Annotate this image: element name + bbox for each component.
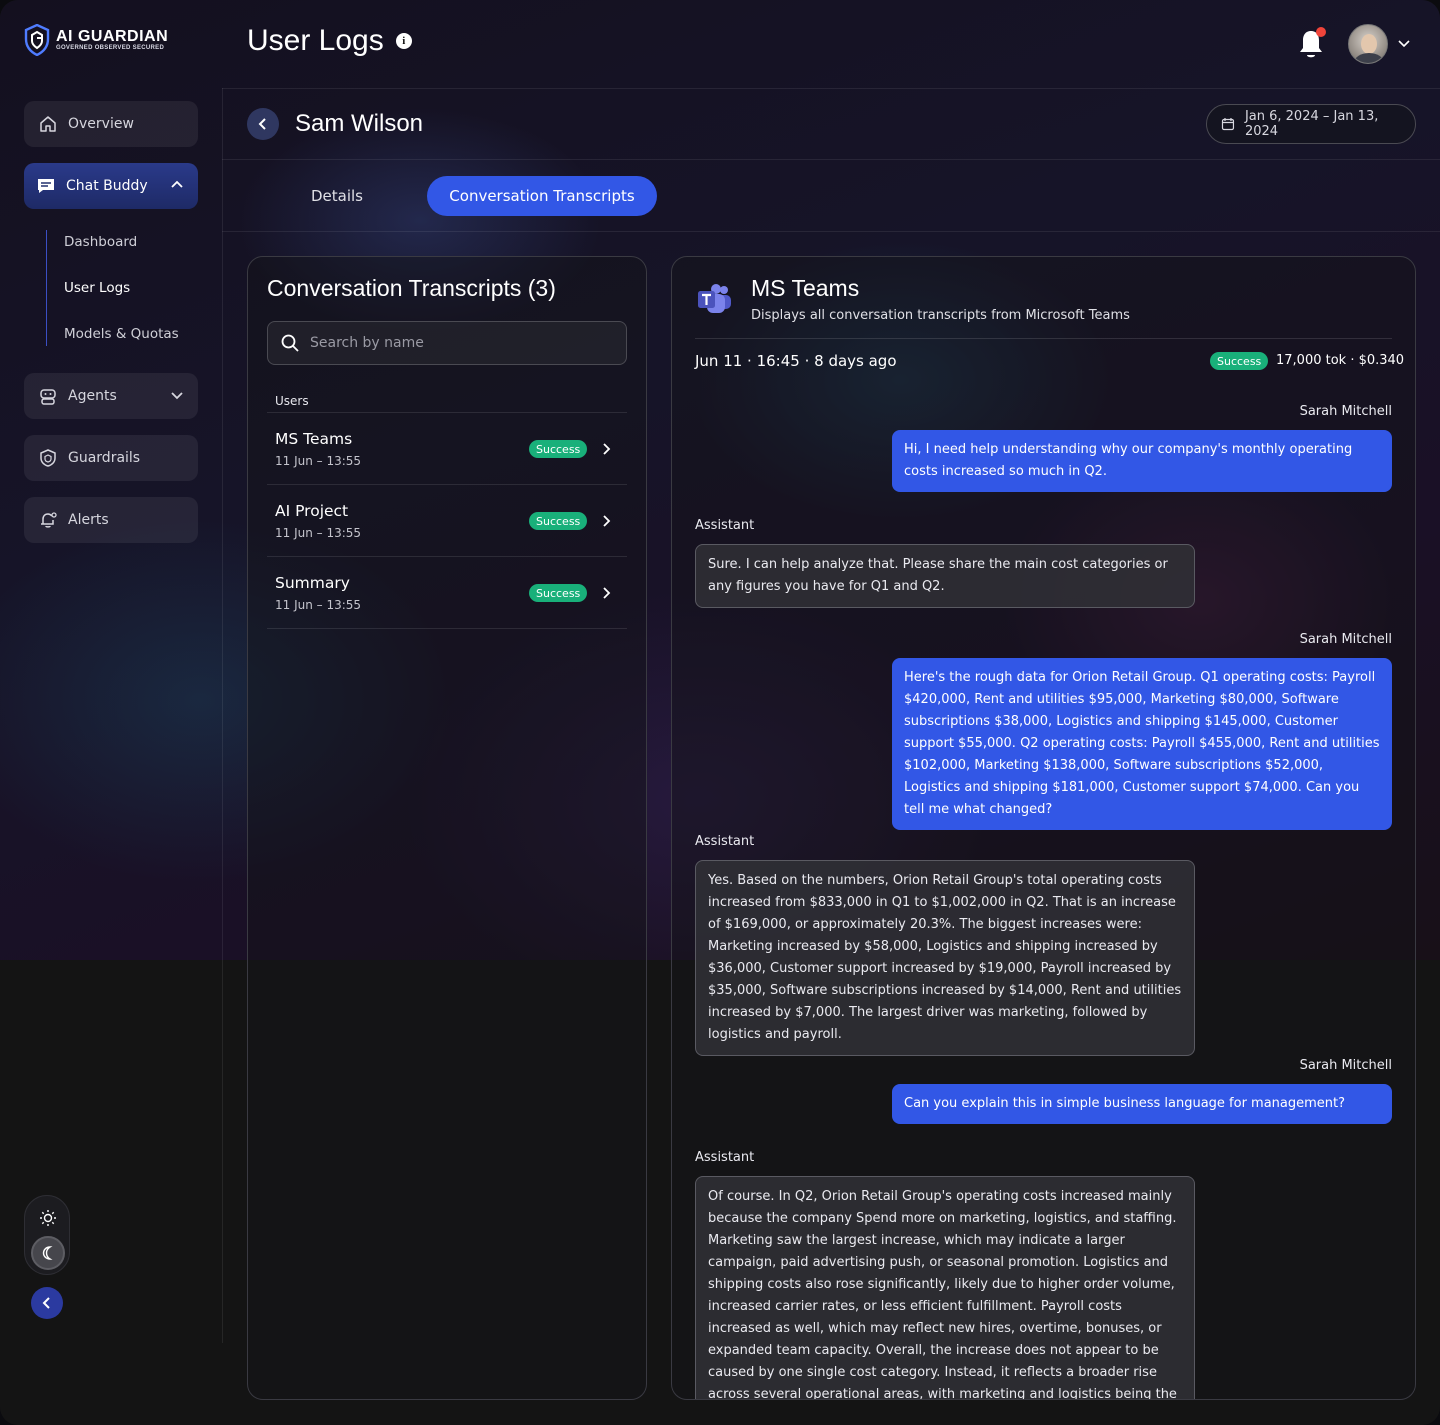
- ms-teams-icon: [698, 284, 731, 313]
- sidebar-divider: [222, 88, 223, 1343]
- moon-icon[interactable]: [31, 1236, 65, 1270]
- calendar-icon: [1221, 118, 1235, 131]
- sidebar-item-label: Overview: [68, 116, 134, 132]
- message-speaker: Sarah Mitchell: [1299, 404, 1392, 419]
- message-clip: Of course. In Q2, Orion Retail Group's o…: [671, 1170, 1416, 1399]
- list-item-time: 11 Jun – 13:55: [275, 454, 362, 468]
- transcript-subtitle: Displays all conversation transcripts fr…: [751, 308, 1130, 323]
- assistant-message: Of course. In Q2, Orion Retail Group's o…: [695, 1176, 1195, 1399]
- submenu-line: [46, 230, 47, 346]
- user-name: Sam Wilson: [295, 110, 424, 137]
- tab-conversation-transcripts[interactable]: Conversation Transcripts: [427, 176, 657, 216]
- brand-tagline: GOVERNED OBSERVED SECURED: [56, 45, 165, 51]
- chevron-down-icon: [171, 392, 183, 400]
- avatar[interactable]: [1348, 24, 1388, 64]
- list-item-summary[interactable]: Summary 11 Jun – 13:55 Success: [267, 557, 627, 629]
- message-speaker: Assistant: [695, 834, 755, 849]
- alert-bell-icon: [41, 512, 57, 528]
- chevron-left-icon: [42, 1297, 50, 1309]
- message-speaker: Sarah Mitchell: [1299, 632, 1392, 647]
- chevron-right-icon: [603, 587, 611, 599]
- search-box[interactable]: [267, 321, 627, 365]
- status-badge: Success: [529, 440, 588, 458]
- notification-dot: [1316, 27, 1326, 37]
- sidebar-subitem-models-quotas[interactable]: Models & Quotas: [64, 326, 179, 342]
- token-cost: 17,000 tok · $0.340: [1276, 353, 1405, 368]
- divider: [695, 338, 1392, 339]
- info-icon[interactable]: i: [395, 33, 412, 49]
- chevron-up-icon: [171, 180, 183, 188]
- collapse-sidebar-button[interactable]: [31, 1287, 63, 1319]
- sidebar-item-label: Alerts: [68, 512, 109, 528]
- search-icon: [281, 334, 299, 352]
- app-window: AI GUARDIAN GOVERNED OBSERVED SECURED Ov…: [0, 0, 1440, 1425]
- robot-icon: [40, 389, 56, 405]
- sidebar-item-label: Chat Buddy: [66, 178, 148, 194]
- date-range-text: Jan 6, 2024 – Jan 13, 2024: [1244, 109, 1379, 139]
- home-icon: [40, 116, 56, 132]
- theme-toggle[interactable]: [24, 1195, 70, 1275]
- date-range-picker[interactable]: Jan 6, 2024 – Jan 13, 2024: [1206, 104, 1416, 144]
- transcript-title: MS Teams: [751, 275, 860, 301]
- tab-details[interactable]: Details: [247, 176, 427, 216]
- sidebar-item-label: Agents: [68, 388, 117, 404]
- chevron-right-icon: [603, 443, 611, 455]
- status-badge: Success: [1210, 352, 1269, 370]
- chat-icon: [38, 179, 54, 193]
- status-badge: Success: [529, 584, 588, 602]
- transcript-timestamp: Jun 11 · 16:45 · 8 days ago: [695, 352, 897, 370]
- list-item-title: MS Teams: [275, 430, 353, 448]
- sidebar-subitem-user-logs[interactable]: User Logs: [64, 280, 130, 296]
- user-message: Hi, I need help understanding why our co…: [892, 430, 1392, 492]
- page-title-text: User Logs: [247, 24, 384, 57]
- brand-logo[interactable]: AI GUARDIAN GOVERNED OBSERVED SECURED: [24, 24, 168, 56]
- list-item-time: 11 Jun – 13:55: [275, 598, 362, 612]
- chevron-down-icon[interactable]: [1396, 35, 1412, 51]
- list-item-ms-teams[interactable]: MS Teams 11 Jun – 13:55 Success: [267, 413, 627, 485]
- assistant-message: Yes. Based on the numbers, Orion Retail …: [695, 860, 1195, 1056]
- message-speaker: Sarah Mitchell: [1299, 1058, 1392, 1073]
- list-item-title: Summary: [275, 574, 350, 592]
- sidebar-item-agents[interactable]: Agents: [24, 373, 198, 419]
- user-message: Here's the rough data for Orion Retail G…: [892, 658, 1392, 830]
- sidebar-item-overview[interactable]: Overview: [24, 101, 198, 147]
- chevron-right-icon: [603, 515, 611, 527]
- sidebar-item-label: Guardrails: [68, 450, 141, 466]
- sidebar-item-chat-buddy[interactable]: Chat Buddy: [24, 163, 198, 209]
- assistant-message: Sure. I can help analyze that. Please sh…: [695, 544, 1195, 608]
- list-item-title: AI Project: [275, 502, 349, 520]
- message-speaker: Assistant: [695, 518, 755, 533]
- transcripts-list-title: Conversation Transcripts (3): [267, 275, 556, 301]
- shield-icon: [40, 449, 56, 467]
- page-title: User Logs i: [247, 24, 412, 58]
- user-message: Can you explain this in simple business …: [892, 1084, 1392, 1124]
- sidebar-item-guardrails[interactable]: Guardrails: [24, 435, 198, 481]
- sidebar-item-alerts[interactable]: Alerts: [24, 497, 198, 543]
- sun-icon[interactable]: [38, 1208, 58, 1228]
- chevron-left-icon: [258, 118, 266, 130]
- message-speaker: Assistant: [695, 1150, 755, 1165]
- shield-logo-icon: [24, 24, 50, 56]
- search-input[interactable]: [310, 335, 610, 351]
- brand-name: AI GUARDIAN: [56, 28, 169, 45]
- sidebar-subitem-dashboard[interactable]: Dashboard: [64, 234, 137, 250]
- users-column-header: Users: [275, 394, 309, 408]
- back-button[interactable]: [247, 108, 279, 140]
- list-item-time: 11 Jun – 13:55: [275, 526, 362, 540]
- list-item-ai-project[interactable]: AI Project 11 Jun – 13:55 Success: [267, 485, 627, 557]
- status-badge: Success: [529, 512, 588, 530]
